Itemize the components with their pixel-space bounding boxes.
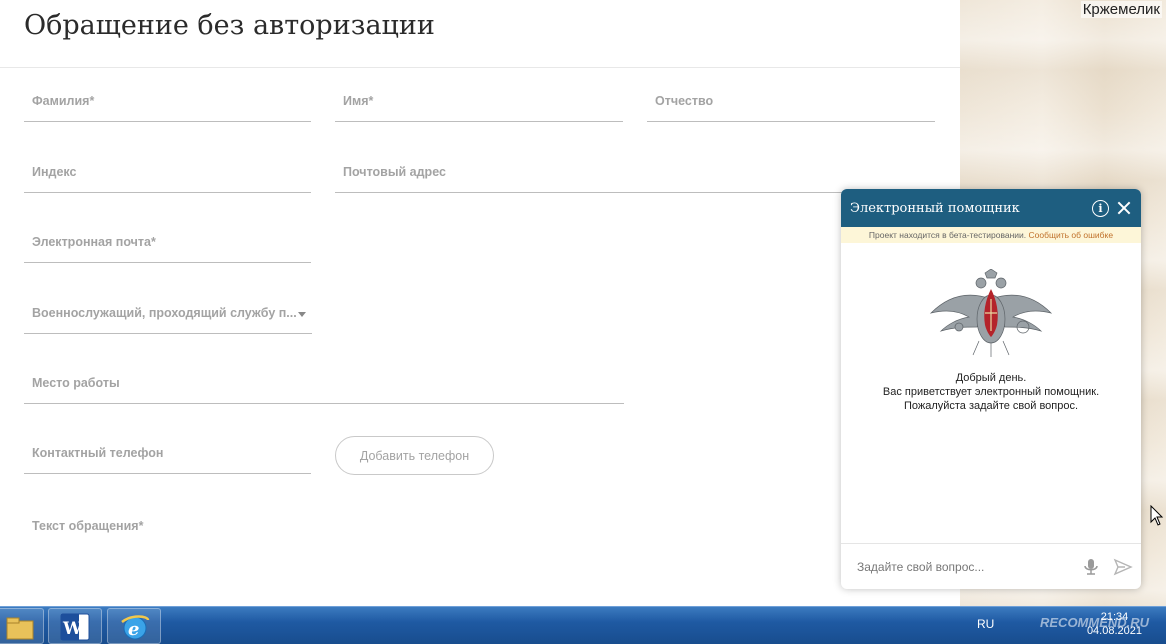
first-name-field[interactable]: Имя*: [335, 94, 623, 122]
workplace-field[interactable]: Место работы: [24, 376, 624, 404]
email-field[interactable]: Электронная почта*: [24, 235, 311, 263]
internet-explorer-icon[interactable]: e: [107, 608, 161, 644]
title-divider: [0, 67, 960, 68]
chat-title: Электронный помощник: [850, 200, 1020, 216]
appeal-form: Обращение без авторизации Фамилия* Имя* …: [0, 0, 960, 606]
last-name-label: Фамилия*: [32, 94, 95, 108]
chat-question-input[interactable]: Задайте свой вопрос...: [857, 560, 1069, 574]
info-icon[interactable]: i: [1092, 199, 1109, 217]
phone-field[interactable]: Контактный телефон: [24, 446, 311, 474]
windows-taskbar: W e RU RECOMMEND.RU 21:34 04.08.2021: [0, 606, 1166, 644]
first-name-label: Имя*: [343, 94, 374, 108]
greeting-message: Добрый день. Вас приветствует электронны…: [882, 372, 1100, 412]
message-label: Текст обращения*: [32, 519, 144, 533]
microphone-icon[interactable]: [1081, 557, 1101, 577]
send-icon[interactable]: [1113, 557, 1133, 577]
report-error-link[interactable]: Сообщить об ошибке: [1029, 230, 1114, 240]
svg-text:e: e: [128, 619, 139, 640]
patronymic-label: Отчество: [655, 94, 714, 108]
email-label: Электронная почта*: [32, 235, 156, 249]
svg-text:W: W: [62, 619, 83, 639]
category-label: Военнослужащий, проходящий службу п...: [32, 306, 297, 320]
system-clock[interactable]: 21:34 04.08.2021: [1087, 610, 1142, 638]
close-icon[interactable]: [1115, 199, 1133, 217]
explorer-icon[interactable]: [0, 608, 44, 644]
last-name-field[interactable]: Фамилия*: [24, 94, 311, 122]
chevron-down-icon[interactable]: [298, 312, 306, 317]
patronymic-field[interactable]: Отчество: [647, 94, 935, 122]
word-icon[interactable]: W: [48, 608, 102, 644]
workplace-label: Место работы: [32, 376, 120, 390]
postal-index-label: Индекс: [32, 165, 77, 179]
chat-input-row: Задайте свой вопрос...: [841, 543, 1141, 589]
add-phone-button[interactable]: Добавить телефон: [335, 436, 494, 475]
resize-cursor-icon: [1150, 505, 1164, 526]
page-title: Обращение без авторизации: [24, 10, 435, 41]
category-select[interactable]: Военнослужащий, проходящий службу п...: [24, 306, 312, 334]
language-indicator[interactable]: RU: [977, 617, 994, 631]
user-name[interactable]: Кржемелик: [1080, 1, 1162, 18]
double-headed-eagle-emblem-icon: [929, 269, 1053, 357]
postal-address-label: Почтовый адрес: [343, 165, 446, 179]
chat-header: Электронный помощник i: [841, 189, 1141, 227]
postal-index-field[interactable]: Индекс: [24, 165, 311, 193]
beta-text: Проект находится в бета-тестировании.: [868, 230, 1027, 240]
beta-notice: Проект находится в бета-тестировании. Со…: [841, 227, 1141, 243]
phone-label: Контактный телефон: [32, 446, 164, 460]
assistant-chat-widget: Электронный помощник i Проект находится …: [841, 189, 1141, 589]
